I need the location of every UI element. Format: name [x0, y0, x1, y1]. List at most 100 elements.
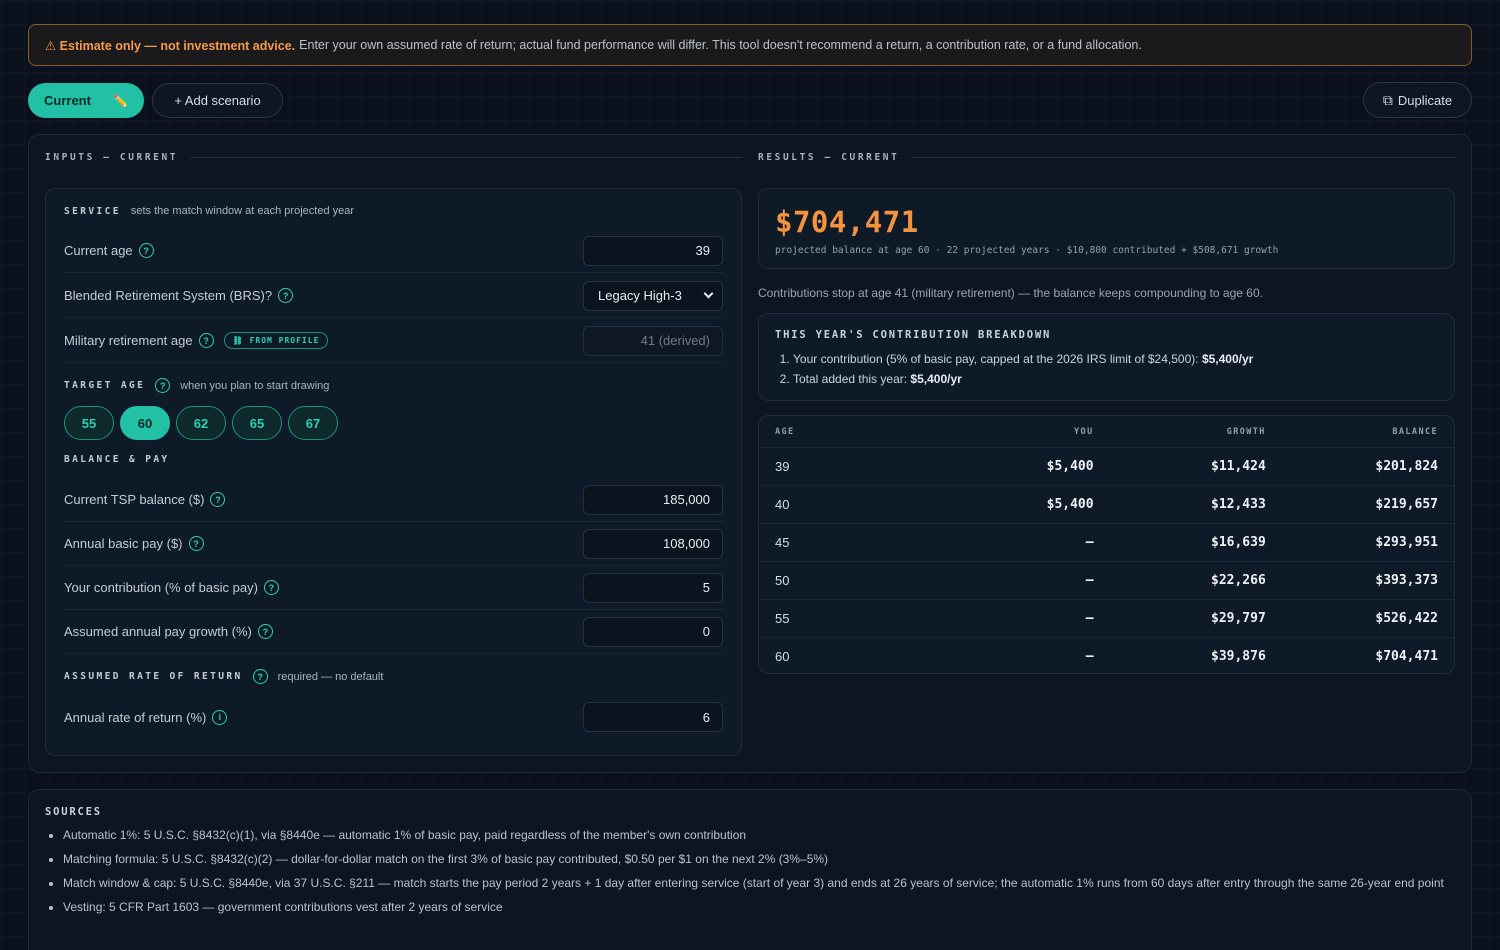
help-icon[interactable]: ? — [252, 669, 268, 684]
breakdown-item: Total added this year: $5,400/yr — [793, 369, 1438, 389]
projected-summary: projected balance at age 60 · 22 project… — [775, 245, 1279, 256]
cell-growth: $22,266 — [1211, 573, 1266, 588]
help-icon[interactable]: ? — [198, 333, 214, 348]
cell-growth: $16,639 — [1211, 535, 1266, 550]
contribution-breakdown-card: THIS YEAR'S CONTRIBUTION BREAKDOWN Your … — [758, 313, 1455, 401]
current-age-input[interactable]: 39 — [583, 235, 723, 266]
military-retirement-row: Military retirement age ? ⛓ FROM PROFILE… — [64, 319, 723, 363]
cell-balance: $393,373 — [1375, 573, 1438, 588]
brs-select-value: Legacy High-3 — [598, 288, 682, 303]
table-row: 40 $5,400 $12,433 $219,657 — [759, 485, 1454, 523]
from-profile-badge: ⛓ FROM PROFILE — [223, 332, 329, 349]
contribution-label: Your contribution (% of basic pay) — [64, 580, 258, 595]
cell-age: 60 — [775, 649, 790, 664]
breakdown-item-value: $5,400/yr — [1201, 352, 1254, 366]
source-item: Match window & cap: 5 U.S.C. §8440e, via… — [63, 875, 1455, 891]
cell-balance: $293,951 — [1375, 535, 1438, 550]
duplicate-button[interactable]: ⧉ Duplicate — [1363, 82, 1472, 118]
column-header-you: YOU — [1074, 426, 1094, 437]
sources-list: Automatic 1%: 5 U.S.C. §8432(c)(1), via … — [45, 827, 1455, 915]
source-item: Matching formula: 5 U.S.C. §8432(c)(2) —… — [63, 851, 1455, 867]
chevron-down-icon — [703, 288, 714, 299]
info-icon[interactable]: i — [212, 709, 228, 725]
contribution-stop-note: Contributions stop at age 41 (military r… — [758, 286, 1263, 300]
service-desc: sets the match window at each projected … — [130, 205, 355, 217]
service-key: SERVICE — [64, 205, 121, 217]
target-age-option[interactable]: 62 — [176, 406, 226, 440]
duplicate-label: Duplicate — [1397, 92, 1453, 108]
pay-growth-row: Assumed annual pay growth (%) ? 0 — [64, 610, 723, 654]
help-icon[interactable]: ? — [155, 378, 171, 393]
sources-title: SOURCES — [45, 806, 102, 818]
target-age-option[interactable]: 67 — [288, 406, 338, 440]
disclaimer-banner: ⚠ Estimate only — not investment advice.… — [28, 24, 1472, 66]
add-scenario-label: + Add scenario — [174, 93, 261, 108]
source-item: Automatic 1%: 5 U.S.C. §8432(c)(1), via … — [63, 827, 1455, 843]
cell-balance: $201,824 — [1375, 459, 1438, 474]
target-age-key: TARGET AGE — [64, 380, 146, 391]
cell-balance: $526,422 — [1375, 611, 1438, 626]
duplicate-icon: ⧉ — [1382, 91, 1393, 108]
basic-pay-input[interactable]: 108,000 — [583, 528, 723, 559]
basic-pay-label-wrap: Annual basic pay ($) ? — [64, 536, 204, 551]
help-icon[interactable]: ? — [210, 492, 226, 507]
target-age-option-selected[interactable]: 60 — [120, 406, 170, 440]
target-age-option[interactable]: 55 — [64, 406, 114, 440]
breakdown-list: Your contribution (5% of basic pay, capp… — [775, 349, 1438, 389]
current-age-label: Current age — [64, 243, 133, 258]
basic-pay-label: Annual basic pay ($) — [64, 536, 183, 551]
cell-balance: $219,657 — [1375, 497, 1438, 512]
divider — [911, 157, 1455, 158]
pay-growth-input[interactable]: 0 — [583, 616, 723, 647]
help-icon[interactable]: ? — [257, 624, 273, 639]
military-retirement-label-wrap: Military retirement age ? ⛓ FROM PROFILE — [64, 332, 329, 349]
military-retirement-label: Military retirement age — [64, 333, 193, 348]
brs-select[interactable]: Legacy High-3 — [583, 280, 723, 311]
brs-row: Blended Retirement System (BRS)? ? Legac… — [64, 274, 723, 318]
contribution-input[interactable]: 5 — [583, 572, 723, 603]
column-header-growth: GROWTH — [1226, 426, 1266, 437]
current-age-label-wrap: Current age ? — [64, 243, 154, 258]
table-row: 39 $5,400 $11,424 $201,824 — [759, 447, 1454, 485]
target-age-options: 55 60 62 65 67 — [64, 406, 338, 440]
brs-label: Blended Retirement System (BRS)? — [64, 288, 273, 303]
balance-group-header: BALANCE & PAY — [64, 454, 170, 465]
breakdown-item-text: Your contribution (5% of basic pay, capp… — [793, 352, 1199, 366]
return-group-header: ASSUMED RATE OF RETURN ? required — no d… — [64, 669, 383, 684]
breakdown-title: THIS YEAR'S CONTRIBUTION BREAKDOWN — [775, 329, 1052, 341]
tsp-balance-row: Current TSP balance ($) ? 185,000 — [64, 478, 723, 522]
tsp-balance-label: Current TSP balance ($) — [64, 492, 205, 507]
breakdown-item-value: $5,400/yr — [910, 372, 962, 386]
inputs-heading-text: INPUTS — CURRENT — [45, 152, 179, 163]
results-heading-text: RESULTS — CURRENT — [758, 152, 900, 163]
return-input[interactable]: 6 — [583, 702, 723, 732]
tsp-balance-input[interactable]: 185,000 — [583, 484, 723, 515]
help-icon[interactable]: ? — [278, 288, 294, 303]
target-age-option[interactable]: 65 — [232, 406, 282, 440]
cell-you: – — [1085, 611, 1094, 626]
cell-age: 39 — [775, 459, 790, 474]
current-age-row: Current age ? 39 — [64, 229, 723, 273]
military-retirement-field: 41 (derived) — [583, 325, 723, 356]
cell-you: – — [1085, 573, 1094, 588]
pencil-icon[interactable]: ✏️ — [113, 94, 128, 108]
help-icon[interactable]: ? — [263, 580, 279, 595]
cell-growth: $39,876 — [1211, 649, 1266, 664]
return-label-wrap: Annual rate of return (%) i — [64, 709, 228, 725]
inputs-heading: INPUTS — CURRENT — [45, 152, 742, 163]
add-scenario-button[interactable]: + Add scenario — [152, 83, 283, 118]
return-desc: required — no default — [277, 670, 384, 683]
cell-you: $5,400 — [1046, 497, 1094, 512]
tab-current-scenario[interactable]: Current ✏️ — [28, 83, 144, 118]
contribution-label-wrap: Your contribution (% of basic pay) ? — [64, 580, 279, 595]
help-icon[interactable]: ? — [138, 243, 154, 258]
disclaimer-warning: ⚠ Estimate only — not investment advice. — [45, 38, 296, 53]
return-key: ASSUMED RATE OF RETURN — [64, 671, 243, 682]
results-heading: RESULTS — CURRENT — [758, 152, 1455, 163]
divider — [190, 157, 742, 158]
projected-balance-card: $704,471 projected balance at age 60 · 2… — [758, 188, 1455, 269]
breakdown-item: Your contribution (5% of basic pay, capp… — [793, 349, 1438, 369]
help-icon[interactable]: ? — [188, 536, 204, 551]
basic-pay-row: Annual basic pay ($) ? 108,000 — [64, 522, 723, 566]
pay-growth-label: Assumed annual pay growth (%) — [64, 624, 252, 639]
